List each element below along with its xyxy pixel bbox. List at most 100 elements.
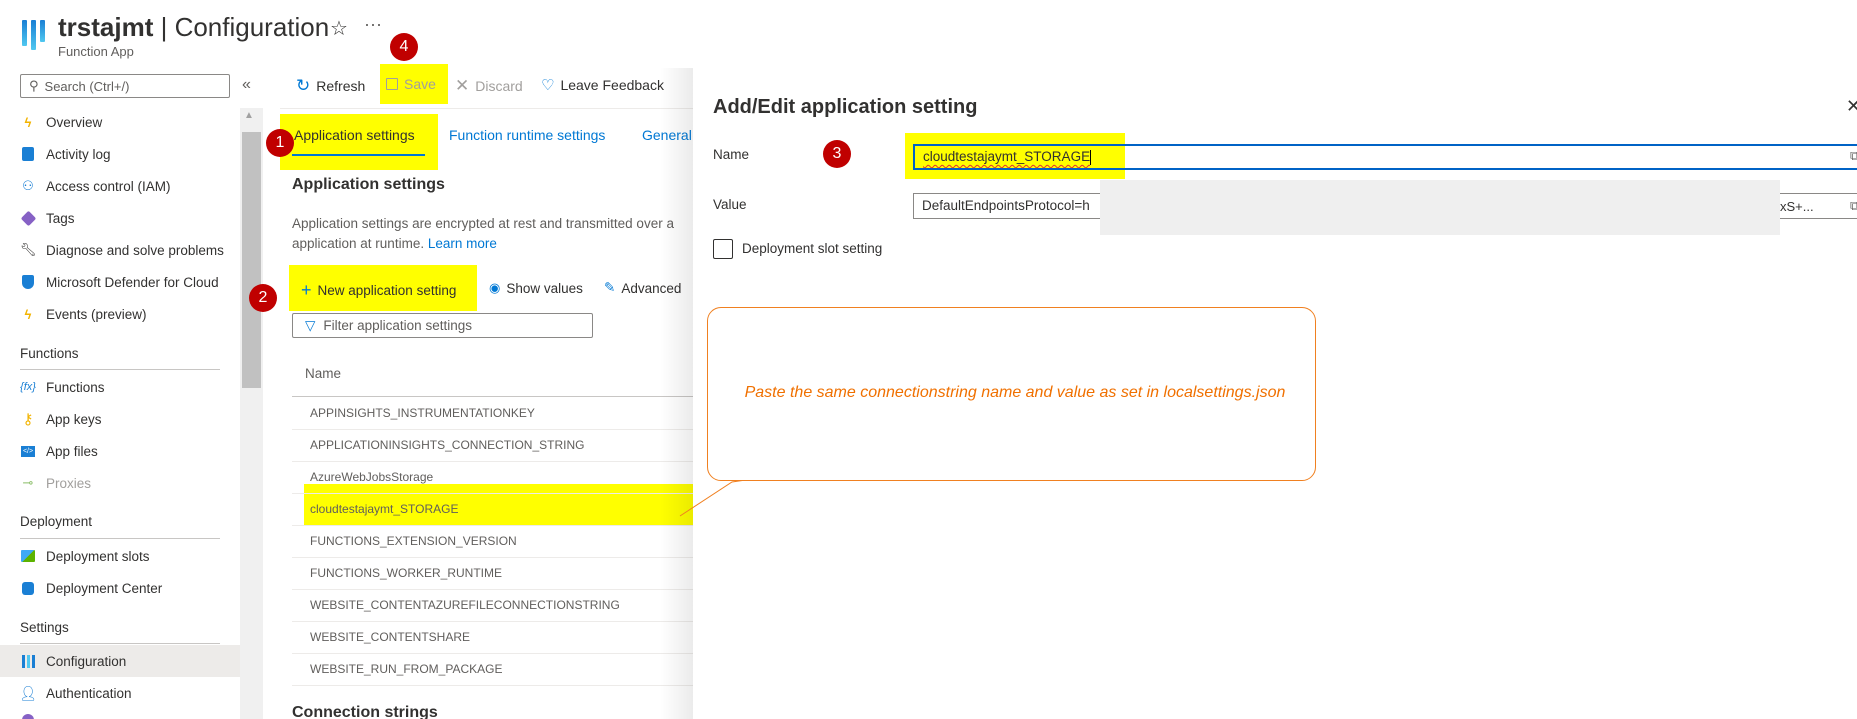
- next-item-icon: [22, 714, 34, 719]
- table-row[interactable]: WEBSITE_CONTENTAZUREFILECONNECTIONSTRING: [310, 598, 620, 612]
- table-row[interactable]: FUNCTIONS_WORKER_RUNTIME: [310, 566, 502, 580]
- sidebar-item-authentication[interactable]: 👤︎ Authentication: [0, 677, 240, 709]
- deployment-slot-checkbox[interactable]: [713, 239, 733, 259]
- panel-shadow: [660, 68, 693, 719]
- scrollbar-thumb[interactable]: [242, 132, 261, 388]
- favorite-star-icon[interactable]: ☆: [330, 16, 348, 41]
- tab-application-settings[interactable]: Application settings: [294, 127, 415, 143]
- heart-icon: ♡: [541, 77, 555, 94]
- row-divider: [292, 525, 693, 526]
- fx-icon: {fx}: [20, 381, 36, 393]
- description-line-1: Application settings are encrypted at re…: [292, 216, 674, 231]
- code-file-icon: </>: [21, 445, 35, 457]
- sidebar-item-label: App keys: [46, 411, 102, 427]
- scroll-up-arrow-icon[interactable]: ▲: [244, 110, 254, 121]
- sidebar-item-access-control[interactable]: ⚇ Access control (IAM): [0, 170, 240, 202]
- value-label: Value: [713, 197, 747, 212]
- sidebar-item-label: Access control (IAM): [46, 178, 171, 194]
- sidebar-item-label: Diagnose and solve problems: [46, 242, 224, 258]
- collapse-sidebar-icon[interactable]: «: [242, 76, 251, 94]
- page-title: trstajmt | Configuration: [58, 12, 329, 43]
- leave-feedback-button[interactable]: ♡ Leave Feedback: [541, 76, 664, 94]
- table-row[interactable]: WEBSITE_CONTENTSHARE: [310, 630, 470, 644]
- copy-icon[interactable]: ⧉: [1850, 148, 1857, 164]
- save-button[interactable]: Save: [386, 76, 436, 92]
- row-divider: [292, 685, 693, 686]
- sidebar-item-functions[interactable]: {fx} Functions: [0, 371, 240, 403]
- description-text: application at runtime.: [292, 236, 428, 251]
- blade-name: Configuration: [174, 12, 330, 42]
- divider: [20, 538, 220, 539]
- step-badge-3: 3: [823, 140, 851, 168]
- sidebar-item-deployment-slots[interactable]: Deployment slots: [0, 540, 240, 572]
- close-icon[interactable]: ✕: [1846, 96, 1857, 117]
- sidebar-item-overview[interactable]: ϟ Overview: [0, 106, 240, 138]
- section-functions: Functions: [20, 346, 79, 361]
- cube-icon: [20, 580, 36, 596]
- table-row[interactable]: APPINSIGHTS_INSTRUMENTATIONKEY: [310, 406, 535, 420]
- resource-name: trstajmt: [58, 12, 154, 42]
- row-divider: [292, 429, 693, 430]
- show-values-button[interactable]: ◉ Show values: [489, 280, 583, 296]
- connection-strings-heading: Connection strings: [292, 704, 438, 719]
- discard-button[interactable]: ✕ Discard: [455, 76, 523, 96]
- section-heading: Application settings: [292, 176, 445, 193]
- panel-title: Add/Edit application setting: [713, 96, 978, 118]
- sidebar-item-app-files[interactable]: </> App files: [0, 435, 240, 467]
- refresh-button[interactable]: ↻ Refresh: [296, 76, 365, 96]
- resource-type: Function App: [58, 44, 134, 59]
- table-row[interactable]: APPLICATIONINSIGHTS_CONNECTION_STRING: [310, 438, 584, 452]
- eye-icon: ◉: [489, 280, 501, 295]
- setting-name-input[interactable]: cloudtestajaymt_STORAGE: [913, 144, 1857, 170]
- new-application-setting-button[interactable]: + New application setting: [301, 280, 456, 301]
- title-separator: |: [153, 12, 175, 42]
- active-tab-indicator: [292, 154, 425, 156]
- pencil-icon: ✎: [604, 280, 616, 295]
- show-values-label: Show values: [506, 280, 583, 296]
- sidebar-item-label: Tags: [46, 210, 75, 226]
- wrench-icon: 🔧︎: [19, 242, 37, 257]
- configuration-icon: [20, 653, 36, 669]
- sidebar-item-app-keys[interactable]: ⚷ App keys: [0, 403, 240, 435]
- section-deployment: Deployment: [20, 514, 93, 529]
- sidebar-item-label: Microsoft Defender for Cloud: [46, 274, 219, 290]
- sidebar-item-configuration[interactable]: Configuration: [0, 645, 240, 677]
- step-badge-2: 2: [249, 284, 277, 312]
- sidebar-item-label: Functions: [46, 379, 105, 395]
- sidebar-item-label: Overview: [46, 114, 103, 130]
- sidebar-item-proxies[interactable]: ⊸ Proxies: [0, 467, 240, 499]
- sidebar-item-diagnose[interactable]: 🔧︎ Diagnose and solve problems: [0, 234, 240, 266]
- table-row[interactable]: AzureWebJobsStorage: [310, 470, 433, 484]
- value-tail-text: xS+...: [1780, 199, 1814, 214]
- tab-function-runtime-settings[interactable]: Function runtime settings: [449, 127, 605, 143]
- feedback-label: Leave Feedback: [560, 77, 664, 93]
- table-row[interactable]: WEBSITE_RUN_FROM_PACKAGE: [310, 662, 502, 676]
- description-line-2: application at runtime. Learn more: [292, 234, 692, 254]
- table-row[interactable]: cloudtestajaymt_STORAGE: [310, 502, 459, 516]
- more-options-icon[interactable]: ···: [364, 14, 382, 35]
- sidebar-item-events[interactable]: ϟ Events (preview): [0, 298, 240, 330]
- save-icon: [386, 78, 398, 90]
- redacted-region: [1100, 180, 1780, 235]
- sidebar-item-label: Configuration: [46, 653, 127, 669]
- sidebar-search-input[interactable]: ⚲ Search (Ctrl+/): [20, 74, 230, 98]
- learn-more-link[interactable]: Learn more: [428, 236, 497, 251]
- sidebar-item-label: App files: [46, 443, 98, 459]
- discard-label: Discard: [475, 78, 523, 94]
- sidebar-item-tags[interactable]: Tags: [0, 202, 240, 234]
- table-row[interactable]: FUNCTIONS_EXTENSION_VERSION: [310, 534, 517, 548]
- activity-log-icon: [20, 146, 36, 162]
- sidebar-item-defender[interactable]: Microsoft Defender for Cloud: [0, 266, 240, 298]
- sidebar-item-deployment-center[interactable]: Deployment Center: [0, 572, 240, 604]
- copy-icon[interactable]: ⧉: [1850, 198, 1857, 214]
- filter-icon: ▽: [305, 317, 316, 333]
- search-placeholder: Search (Ctrl+/): [44, 78, 130, 94]
- step-badge-4: 4: [390, 33, 418, 61]
- callout-pointer: [679, 474, 781, 517]
- sidebar-item-activity-log[interactable]: Activity log: [0, 138, 240, 170]
- refresh-label: Refresh: [316, 78, 366, 94]
- column-header-name[interactable]: Name: [305, 366, 341, 381]
- filter-settings-input[interactable]: ▽ Filter application settings: [292, 313, 593, 338]
- name-value: cloudtestajaymt_STORAGE: [923, 149, 1091, 164]
- sidebar-item-label: Authentication: [46, 685, 132, 701]
